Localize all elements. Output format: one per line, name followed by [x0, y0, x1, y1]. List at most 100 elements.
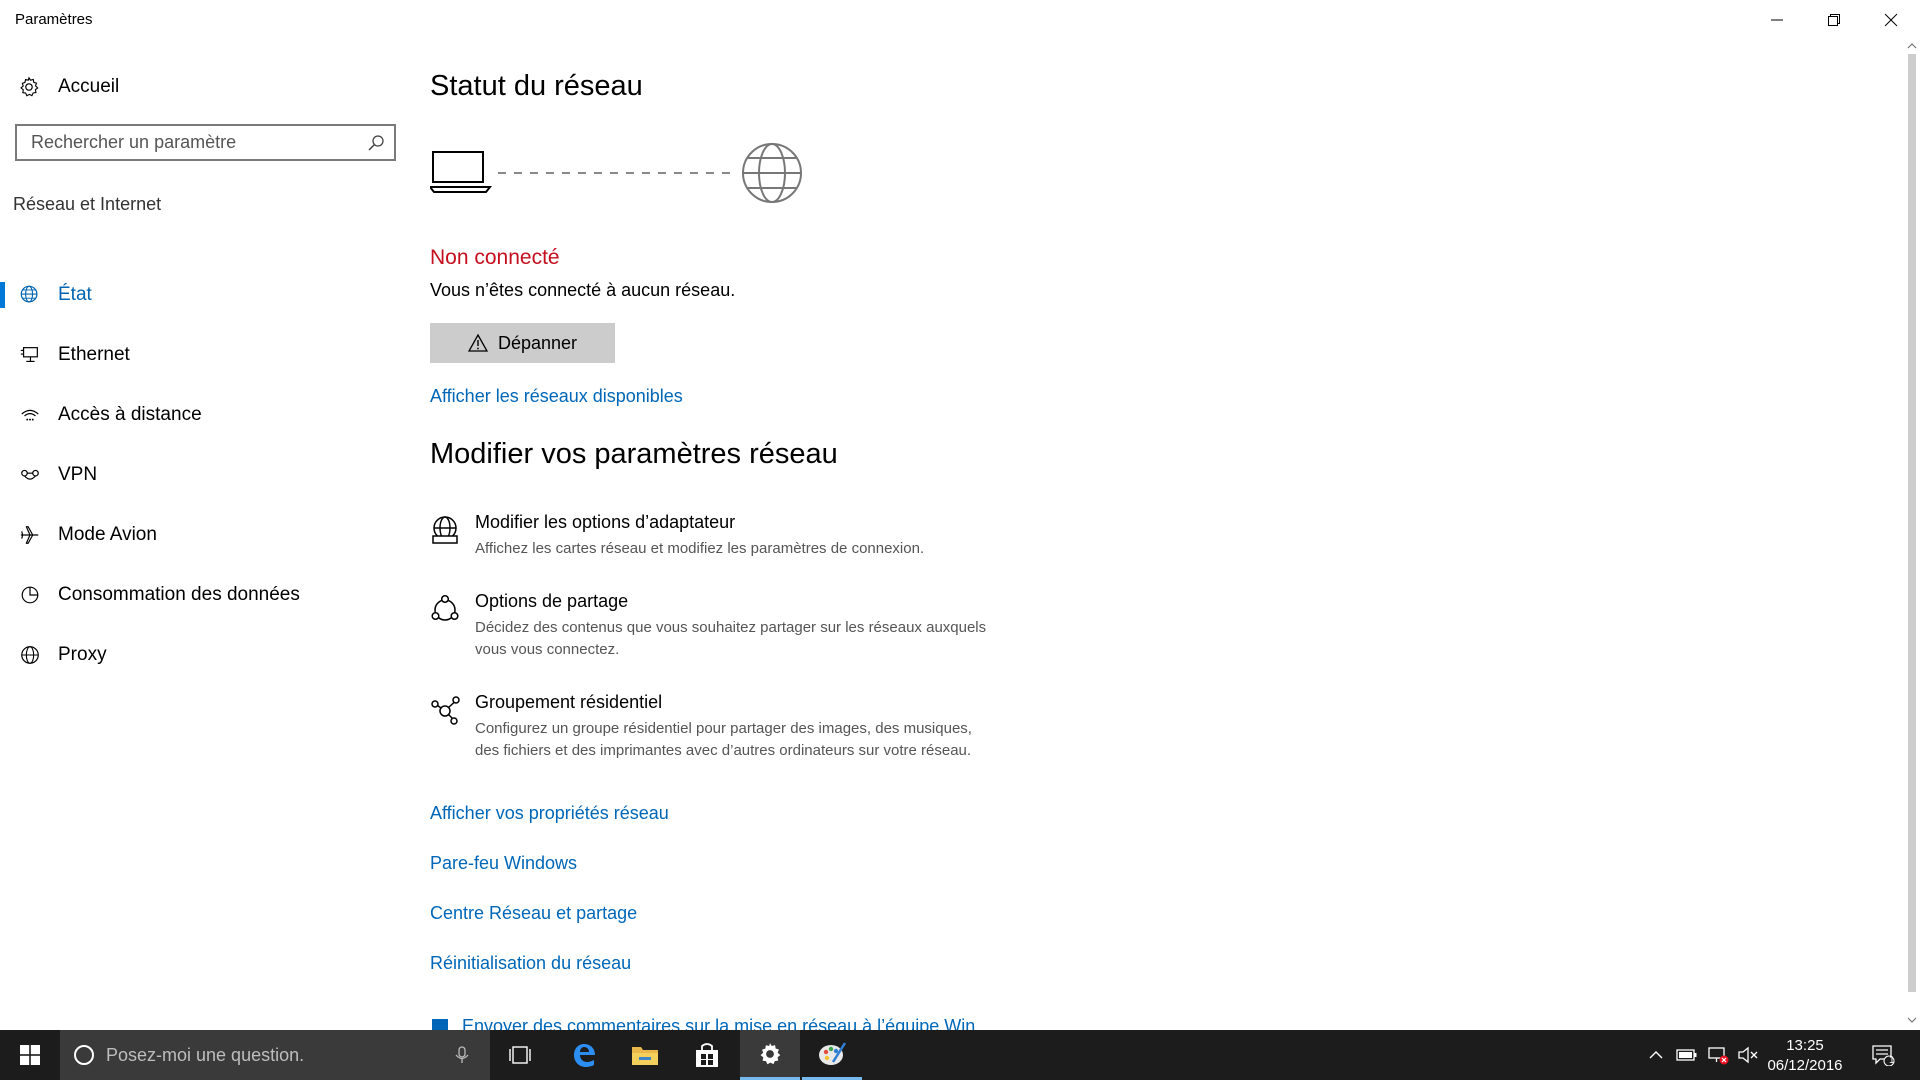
sidebar-item-mode-avion[interactable]: Mode Avion: [0, 505, 400, 565]
scrollbar[interactable]: [1904, 40, 1920, 1030]
sidebar-item-acces-distance[interactable]: Accès à distance: [0, 385, 400, 445]
file-explorer-button[interactable]: [615, 1030, 675, 1080]
home-button[interactable]: Accueil: [18, 72, 119, 102]
option-title: Groupement résidentiel: [475, 692, 663, 712]
volume-muted-icon: [1738, 1046, 1758, 1064]
task-view-icon: [509, 1046, 531, 1064]
gear-icon: [20, 76, 39, 97]
option-description: Configurez un groupe résidentiel pour pa…: [475, 720, 972, 759]
feedback-icon: [432, 1018, 448, 1030]
change-settings-heading: Modifier vos paramètres réseau: [430, 438, 838, 470]
vpn-icon: [18, 463, 42, 487]
network-tray-button[interactable]: [1703, 1030, 1733, 1080]
section-title: Réseau et Internet: [13, 194, 162, 214]
clock[interactable]: 13:25 06/12/2016: [1760, 1036, 1850, 1076]
sidebar-item-consommation[interactable]: Consommation des données: [0, 565, 400, 625]
main-content: Statut du réseau Non connecté Vous n’ête…: [430, 40, 1900, 1030]
network-reset-link[interactable]: Réinitialisation du réseau: [430, 953, 631, 974]
cortana-search[interactable]: [60, 1030, 490, 1080]
home-label: Accueil: [58, 76, 120, 97]
connection-status-description: Vous n’êtes connecté à aucun réseau.: [430, 280, 736, 300]
homegroup-icon: [431, 696, 460, 725]
network-properties-link[interactable]: Afficher vos propriétés réseau: [430, 803, 669, 824]
sidebar-item-etat[interactable]: État: [0, 265, 400, 325]
chevron-up-icon: [1649, 1051, 1663, 1059]
sidebar-item-label: Accès à distance: [58, 404, 202, 425]
sharing-icon: [431, 594, 459, 621]
windows-logo-icon: [20, 1045, 40, 1065]
start-button[interactable]: [0, 1030, 60, 1080]
folder-icon: [632, 1047, 658, 1065]
settings-search-input[interactable]: [17, 125, 366, 160]
sidebar-item-ethernet[interactable]: Ethernet: [0, 325, 400, 385]
battery-button[interactable]: [1672, 1030, 1702, 1080]
option-description: Affichez les cartes réseau et modifiez l…: [475, 540, 925, 557]
sidebar-nav: État Ethernet Accès à distance VPN Mode …: [0, 265, 400, 685]
restore-button[interactable]: [1806, 0, 1862, 40]
network-disconnected-icon: [1708, 1047, 1729, 1065]
edge-icon: [574, 1044, 595, 1067]
internet-globe-icon: [742, 143, 802, 203]
clock-time: 13:25: [1786, 1037, 1824, 1054]
sidebar-item-label: Proxy: [58, 644, 107, 665]
dialup-icon: [18, 403, 42, 427]
adapter-icon: [432, 516, 458, 544]
show-networks-link[interactable]: Afficher les réseaux disponibles: [430, 386, 683, 407]
feedback-link[interactable]: Envoyer des commentaires sur la mise en …: [462, 1016, 975, 1030]
title-bar: Paramètres: [0, 0, 1920, 40]
connection-status: Non connecté: [430, 246, 560, 269]
sidebar-item-label: Ethernet: [58, 344, 130, 365]
feedback-item[interactable]: Envoyer des commentaires sur la mise en …: [430, 1016, 975, 1030]
search-icon[interactable]: [366, 133, 386, 153]
minimize-icon: [1771, 19, 1783, 21]
network-sharing-center-link[interactable]: Centre Réseau et partage: [430, 903, 637, 924]
battery-icon: [1676, 1049, 1697, 1061]
notification-count: 1: [1889, 1055, 1895, 1066]
globe-network-icon: [18, 283, 42, 307]
ethernet-icon: [18, 343, 42, 367]
troubleshoot-button[interactable]: Dépanner: [430, 323, 615, 363]
option-title: Options de partage: [475, 591, 629, 611]
action-center-button[interactable]: 1: [1862, 1030, 1904, 1080]
sidebar-item-label: VPN: [58, 464, 98, 485]
troubleshoot-label: Dépanner: [497, 332, 578, 353]
store-icon: [696, 1043, 718, 1067]
clock-date: 06/12/2016: [1767, 1057, 1843, 1074]
settings-taskbar-button[interactable]: [740, 1030, 800, 1080]
sidebar-item-proxy[interactable]: Proxy: [0, 625, 400, 685]
scroll-down-icon[interactable]: [1907, 1016, 1917, 1024]
sidebar: Accueil Réseau et Internet État Ethernet…: [0, 40, 400, 1030]
sidebar-item-vpn[interactable]: VPN: [0, 445, 400, 505]
windows-firewall-link[interactable]: Pare-feu Windows: [430, 853, 577, 874]
sidebar-item-label: Consommation des données: [58, 584, 300, 605]
edge-button[interactable]: [554, 1030, 614, 1080]
scroll-up-icon[interactable]: [1907, 42, 1917, 50]
microphone-icon[interactable]: [452, 1045, 472, 1065]
taskbar: 13:25 06/12/2016 1: [0, 1030, 1920, 1080]
globe-icon: [18, 643, 42, 667]
cortana-icon: [74, 1045, 94, 1065]
scrollbar-thumb[interactable]: [1908, 54, 1916, 992]
volume-button[interactable]: [1733, 1030, 1763, 1080]
settings-search[interactable]: [15, 124, 396, 161]
data-usage-icon: [18, 583, 42, 607]
minimize-button[interactable]: [1749, 0, 1805, 40]
page-title: Statut du réseau: [430, 70, 643, 102]
restore-icon: [1828, 14, 1840, 26]
window-title: Paramètres: [15, 11, 93, 28]
gear-icon: [760, 1042, 781, 1064]
sidebar-item-label: État: [58, 284, 92, 305]
paint-app-button[interactable]: [802, 1030, 862, 1080]
option-description: Décidez des contenus que vous souhaitez …: [475, 619, 987, 658]
close-icon: [1884, 13, 1898, 27]
option-title: Modifier les options d’adaptateur: [475, 512, 736, 532]
cortana-search-input[interactable]: [104, 1043, 452, 1067]
task-view-button[interactable]: [490, 1030, 550, 1080]
close-button[interactable]: [1863, 0, 1919, 40]
laptop-icon: [430, 151, 493, 193]
airplane-icon: [18, 523, 42, 547]
show-hidden-icons-button[interactable]: [1643, 1030, 1669, 1080]
store-button[interactable]: [677, 1030, 737, 1080]
warning-icon: [467, 334, 488, 352]
sidebar-item-label: Mode Avion: [58, 524, 157, 545]
